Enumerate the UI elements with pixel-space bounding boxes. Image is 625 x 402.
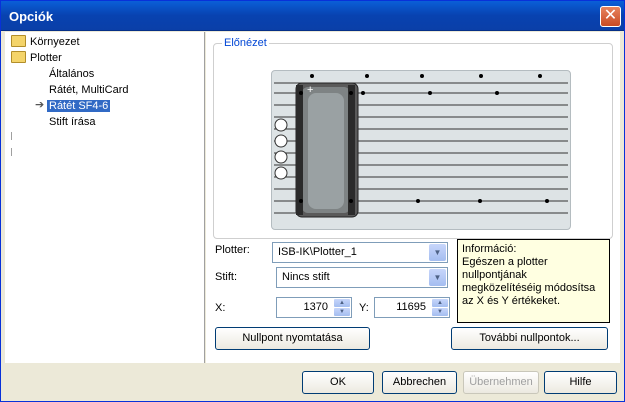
x-label: X:	[215, 302, 226, 314]
folder-open-icon	[11, 51, 26, 63]
print-zero-point-button[interactable]: Nullpont nyomtatása	[215, 327, 370, 350]
chevron-down-icon[interactable]: ▼	[429, 244, 446, 261]
y-spin-buttons[interactable]: ▲ ▼	[432, 299, 448, 316]
tree-item-label: Környezet	[30, 36, 80, 48]
stift-select-value: Nincs stift	[282, 271, 330, 283]
window-title: Opciók	[9, 9, 54, 24]
preview-label: Előnézet	[222, 37, 269, 49]
tree-item-stift-irasa[interactable]: Stift írása	[49, 114, 95, 130]
info-box: Információ: Egészen a plotter nullpontjá…	[457, 239, 610, 323]
tree-item-label: Általános	[49, 68, 95, 80]
settings-panel: Előnézet + Plotter: ISB-IK\Plotter_1 ▼ S…	[206, 32, 620, 363]
close-icon: ✕	[603, 7, 618, 24]
button-label: OK	[330, 376, 346, 388]
plotter-label: Plotter:	[215, 244, 250, 256]
cancel-button[interactable]: Abbrechen	[382, 371, 457, 394]
button-label: További nullpontok...	[479, 332, 580, 344]
info-text: Egészen a plotter nullpontjának megközel…	[462, 256, 596, 307]
plotter-select[interactable]: ISB-IK\Plotter_1 ▼	[272, 242, 448, 263]
button-label: Hilfe	[569, 376, 592, 388]
arrow-right-icon: ➔	[35, 99, 45, 111]
chevron-down-icon[interactable]: ▼	[429, 269, 446, 286]
button-label: Nullpont nyomtatása	[242, 332, 343, 344]
tree-line	[11, 148, 12, 156]
folder-icon	[11, 35, 26, 47]
plotter-select-value: ISB-IK\Plotter_1	[278, 246, 357, 258]
x-spinbox[interactable]: 1370 ▲ ▼	[276, 297, 352, 318]
ok-button[interactable]: OK	[302, 371, 374, 394]
stift-label: Stift:	[215, 271, 238, 283]
tree-item-ratet-multicard[interactable]: Rátét, MultiCard	[49, 82, 128, 98]
tree-item-label: Rátét, MultiCard	[49, 84, 129, 96]
x-value: 1370	[303, 301, 328, 313]
spin-up-icon[interactable]: ▲	[432, 299, 448, 307]
zero-point-marker: +	[307, 84, 313, 96]
spin-down-icon[interactable]: ▼	[334, 308, 350, 316]
preview-diagram: +	[274, 74, 568, 218]
tree-item-plotter[interactable]: Plotter	[11, 50, 62, 66]
tree-item-ratet-sf4-6[interactable]: Rátét SF4-6	[47, 98, 111, 114]
preview-groupbox: Előnézet +	[213, 37, 613, 239]
x-spin-buttons[interactable]: ▲ ▼	[334, 299, 350, 316]
tree-item-kornyezet[interactable]: Környezet	[11, 34, 80, 50]
options-tree: Környezet Plotter Általános Rátét, Multi…	[5, 32, 205, 363]
carriage-panel	[308, 93, 344, 209]
title-bar[interactable]: Opciók ✕	[1, 1, 624, 31]
button-label: Abbrechen	[392, 376, 447, 388]
help-button[interactable]: Hilfe	[544, 371, 617, 394]
tree-item-label: Plotter	[30, 52, 62, 64]
spin-down-icon[interactable]: ▼	[432, 308, 448, 316]
y-label: Y:	[359, 302, 369, 314]
tree-item-label: Stift írása	[49, 116, 96, 128]
button-label: Übernehmen	[469, 376, 533, 388]
tree-line	[11, 132, 12, 140]
y-spinbox[interactable]: 11695 ▲ ▼	[374, 297, 450, 318]
stift-select[interactable]: Nincs stift ▼	[276, 267, 448, 288]
tree-item-label: Rátét SF4-6	[47, 100, 111, 112]
apply-button[interactable]: Übernehmen	[463, 371, 539, 394]
options-dialog: Opciók ✕ Környezet Plotter Általános Rát…	[0, 0, 625, 402]
spin-up-icon[interactable]: ▲	[334, 299, 350, 307]
plotter-preview: +	[271, 70, 571, 230]
close-button[interactable]: ✕	[600, 6, 621, 27]
more-zero-points-button[interactable]: További nullpontok...	[451, 327, 608, 350]
info-title: Információ:	[462, 243, 517, 255]
y-value: 11695	[396, 301, 426, 313]
tree-item-altalanos[interactable]: Általános	[49, 66, 94, 82]
